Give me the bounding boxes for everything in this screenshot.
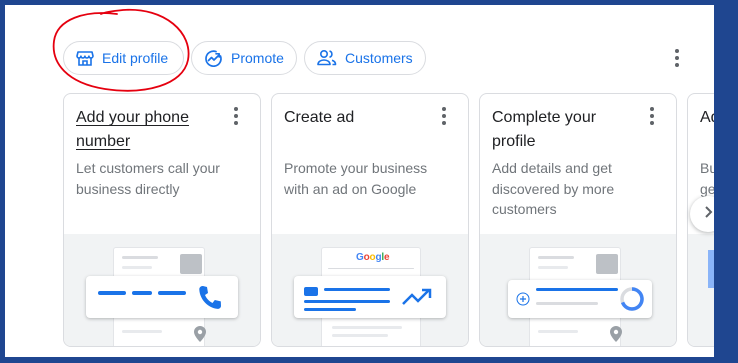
promote-label: Promote xyxy=(231,50,284,66)
card-description: Let customers call your business directl… xyxy=(76,160,220,197)
google-logo: Google xyxy=(356,252,390,263)
progress-ring-icon xyxy=(618,285,646,318)
ad-illustration: Google xyxy=(272,234,468,346)
map-pin-icon xyxy=(610,326,622,346)
map-pin-icon xyxy=(194,326,206,346)
card-more-icon[interactable] xyxy=(226,106,246,126)
card-add-phone[interactable]: Add your phone number Let customers call… xyxy=(63,93,261,347)
card-description: Add details and get discovered by more c… xyxy=(492,160,615,217)
edit-profile-chip[interactable]: Edit profile xyxy=(63,41,184,75)
phone-illustration xyxy=(64,234,260,346)
promote-chip[interactable]: Promote xyxy=(191,41,297,75)
trending-up-icon xyxy=(204,49,223,68)
card-title: Complete your profile xyxy=(492,109,597,150)
people-icon xyxy=(317,49,337,67)
trending-up-icon xyxy=(402,288,432,311)
card-complete-profile[interactable]: Complete your profile Add details and ge… xyxy=(479,93,677,347)
card-description: Promote your business with an ad on Goog… xyxy=(284,160,428,197)
card-more-icon[interactable] xyxy=(434,106,454,126)
card-illustration xyxy=(688,234,714,346)
chevron-right-icon xyxy=(701,205,714,224)
card-title[interactable]: Add your phone number xyxy=(76,106,226,154)
card-title: Ad xyxy=(700,109,714,126)
customers-chip[interactable]: Customers xyxy=(304,41,426,75)
customers-label: Customers xyxy=(345,50,413,66)
profile-illustration xyxy=(480,234,676,346)
plus-icon xyxy=(516,292,530,311)
card-create-ad[interactable]: Create ad Promote your business with an … xyxy=(271,93,469,347)
business-panel: Edit profile Promote Customers Add your … xyxy=(5,5,714,357)
edit-profile-label: Edit profile xyxy=(102,50,169,66)
card-title: Create ad xyxy=(284,109,355,126)
card-more-icon[interactable] xyxy=(642,106,662,126)
card-description: Bu ge xyxy=(700,160,714,197)
more-options-icon[interactable] xyxy=(667,48,687,68)
phone-icon xyxy=(198,284,222,315)
storefront-icon xyxy=(76,49,94,67)
